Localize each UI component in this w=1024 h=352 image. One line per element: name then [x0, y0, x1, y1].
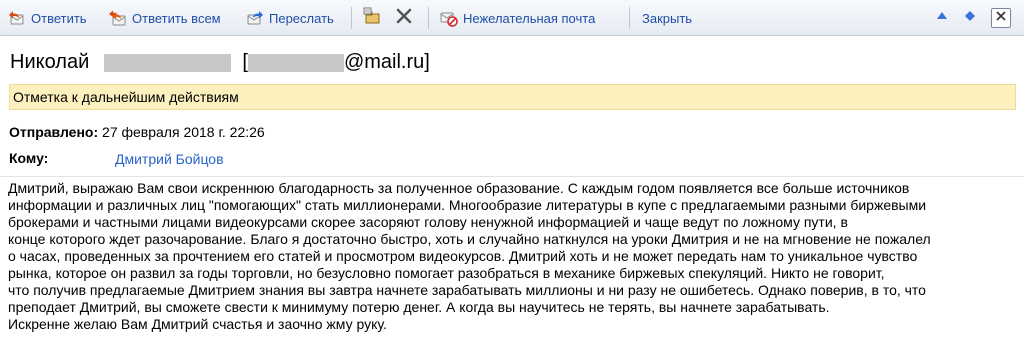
toolbar-separator — [629, 7, 630, 29]
close-window-button[interactable] — [991, 8, 1011, 28]
body-line: конце которого ждет разочарование. Благо… — [8, 231, 931, 247]
body-line: что получив предлагаемые Дмитрием знания… — [8, 282, 926, 298]
close-icon — [995, 9, 1007, 27]
sent-label: Отправлено: — [9, 124, 99, 140]
toolbar-separator — [351, 7, 352, 29]
previous-message-button[interactable] — [932, 8, 952, 28]
junk-label: Нежелательная почта — [463, 10, 596, 26]
recipient-link[interactable]: Дмитрий Бойцов — [115, 150, 224, 168]
previous-message-icon — [935, 9, 949, 28]
body-line: рынка, которое он развил за годы торговл… — [8, 265, 885, 281]
reply-button[interactable]: Ответить — [8, 8, 87, 28]
close-label: Закрыть — [642, 10, 693, 26]
body-line: брокерами и частными лицами видеокурсами… — [8, 214, 848, 230]
next-message-button[interactable] — [960, 8, 980, 28]
reply-all-button[interactable]: Ответить всем — [109, 8, 221, 28]
reply-icon — [8, 9, 26, 27]
message-body: Дмитрий, выражаю Вам свои искреннюю благ… — [8, 180, 1018, 333]
body-line: о часах, проведенных за прочтением его с… — [8, 248, 918, 264]
delete-icon — [395, 7, 413, 30]
body-line: Дмитрий, выражаю Вам свои искреннюю благ… — [8, 180, 910, 196]
delete-button[interactable] — [394, 8, 414, 28]
sender-line: Николай [@mail.ru] — [10, 49, 430, 75]
message-toolbar: Ответить Ответить всем Переслать Нежелат… — [0, 0, 1024, 36]
body-line: преподает Дмитрий, вы сможете свести к м… — [8, 299, 830, 315]
toolbar-separator — [428, 7, 429, 29]
junk-mail-button[interactable]: Нежелательная почта — [440, 8, 595, 28]
reply-all-label: Ответить всем — [132, 10, 221, 26]
header-divider — [0, 176, 1024, 177]
body-line: информации и различных лиц "помогающих" … — [8, 197, 927, 213]
redacted-surname — [103, 53, 231, 72]
follow-up-flag-bar: Отметка к дальнейшим действиям — [9, 84, 1016, 110]
sent-row: Отправлено: 27 февраля 2018 г. 22:26 — [9, 123, 265, 141]
to-label: Кому: — [9, 150, 49, 166]
body-line: Искренне желаю Вам Дмитрий счастья и зао… — [8, 316, 387, 332]
sender-name: Николай — [10, 51, 90, 73]
move-to-folder-icon — [363, 7, 381, 30]
forward-label: Переслать — [269, 10, 334, 26]
junk-icon — [440, 9, 458, 27]
forward-button[interactable]: Переслать — [246, 8, 334, 28]
reply-all-icon — [109, 9, 127, 27]
next-message-icon — [963, 9, 977, 28]
reply-label: Ответить — [31, 10, 87, 26]
flag-text: Отметка к дальнейшим действиям — [13, 89, 239, 105]
sent-value: 27 февраля 2018 г. 22:26 — [102, 124, 265, 140]
sender-email-domain: @mail.ru] — [343, 51, 430, 73]
move-to-folder-button[interactable] — [362, 7, 382, 30]
close-message-button[interactable]: Закрыть — [642, 8, 692, 28]
forward-icon — [246, 9, 264, 27]
redacted-email-user — [247, 53, 344, 72]
